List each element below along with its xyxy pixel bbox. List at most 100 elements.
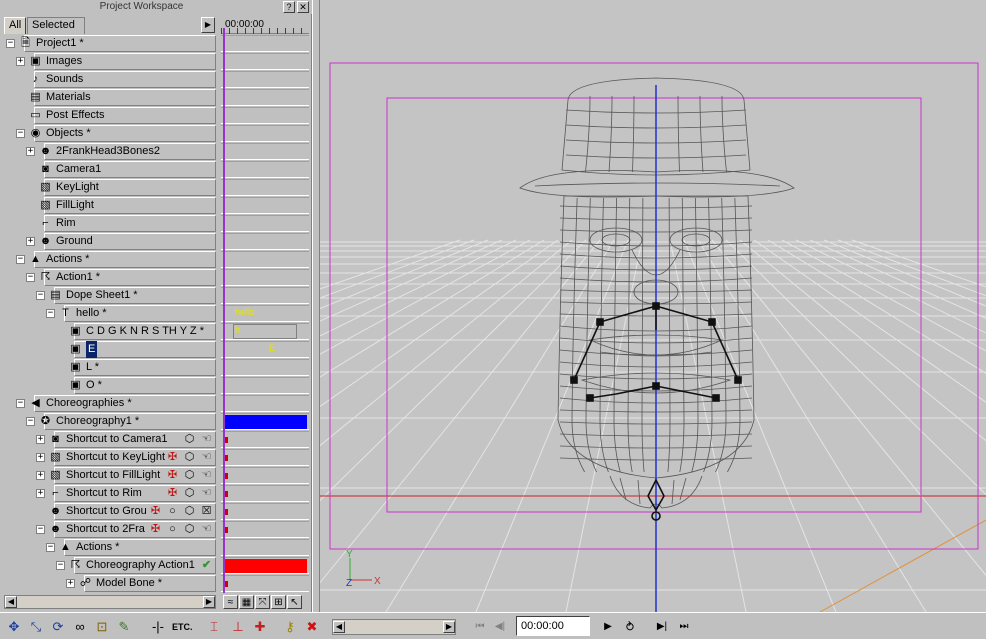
tree-item-label[interactable]: E [86, 341, 98, 358]
timeline-ruler[interactable] [221, 28, 309, 34]
timeline-row[interactable] [221, 575, 309, 592]
tree-row[interactable]: ▣ L * [0, 359, 216, 376]
tree-item-label[interactable]: 2FrankHead3Bones2 [56, 143, 160, 160]
tree-item-label[interactable]: Materials [46, 89, 91, 106]
tree-item-label[interactable]: Model Bone * [96, 575, 162, 592]
collapse-icon[interactable]: − [56, 561, 65, 570]
tree-row[interactable]: ▣ C D G K N R S TH Y Z * [0, 323, 216, 340]
tree-row[interactable]: ☻ Shortcut to Grou ✠ ○ ⬡ ☒ [0, 503, 216, 520]
timeline-row[interactable] [221, 431, 309, 448]
tree-row[interactable]: − ◀ Choreographies * [0, 395, 216, 412]
play-icon[interactable]: ▶ [598, 617, 618, 637]
hand-icon[interactable]: ☜ [199, 468, 214, 483]
scroll-right-icon[interactable]: ▶ [203, 596, 215, 608]
tree-row[interactable]: + ☍ Model Bone * [0, 575, 216, 592]
tree-item-label[interactable]: Action1 * [56, 269, 100, 286]
timeline-row[interactable] [221, 197, 309, 214]
timeline-playhead[interactable] [223, 28, 225, 593]
timeline-select-icon[interactable]: ↖ [287, 595, 302, 609]
expand-icon[interactable]: + [16, 57, 25, 66]
tree-item-label[interactable]: Objects * [46, 125, 91, 142]
close-icon[interactable]: ✕ [297, 1, 309, 13]
collapse-icon[interactable]: − [26, 273, 35, 282]
tree-item-label[interactable]: Ground [56, 233, 93, 250]
timeline-expand-icon[interactable]: ⊞ [271, 595, 286, 609]
timeline-row[interactable] [221, 89, 309, 106]
modeling-viewport[interactable]: X Y Z [320, 0, 986, 612]
collapse-icon[interactable]: − [46, 543, 55, 552]
fast-forward-icon[interactable]: ⏭ [674, 617, 694, 637]
timeline-row[interactable] [221, 233, 309, 250]
scroll-left-icon[interactable]: ◀ [5, 596, 17, 608]
collapse-icon[interactable]: − [16, 255, 25, 264]
expand-icon[interactable]: + [66, 579, 75, 588]
tree-item-label[interactable]: hello * [76, 305, 107, 322]
lock-icon[interactable]: ⊡ [92, 617, 112, 637]
tree-row[interactable]: − ◉ Objects * [0, 125, 216, 142]
link-icon[interactable]: ∞ [70, 617, 90, 637]
tree-row[interactable]: ▧ FillLight [0, 197, 216, 214]
rewind-start-icon[interactable]: ⏮ [470, 617, 490, 637]
collapse-icon[interactable]: − [6, 39, 15, 48]
tree-row[interactable]: − ☻ Shortcut to 2Fra ✠ ○ ⬡ ☜ [0, 521, 216, 538]
timeline-row[interactable] [221, 107, 309, 124]
tree-row[interactable]: ▣ E [0, 341, 216, 358]
expand-icon[interactable]: + [36, 453, 45, 462]
tree-item-label[interactable]: Choreographies * [46, 395, 132, 412]
collapse-icon[interactable]: − [16, 129, 25, 138]
bones-icon[interactable]: ✠ [148, 522, 163, 537]
tree-row[interactable]: − ▲ Actions * [0, 251, 216, 268]
tabs-scroll-right-icon[interactable]: ▶ [201, 17, 215, 33]
collapse-icon[interactable]: − [36, 525, 45, 534]
collapse-icon[interactable]: − [26, 417, 35, 426]
frame-scroll-right-icon[interactable]: ▶ [443, 621, 455, 633]
frame-scrollbar[interactable]: ◀ ▶ [332, 619, 456, 635]
tree-item-label[interactable]: Camera1 [56, 161, 101, 178]
tree-row[interactable]: ⌐ Rim [0, 215, 216, 232]
choreography-action-bar[interactable] [223, 559, 307, 573]
tree-row[interactable]: + ☻ 2FrankHead3Bones2 [0, 143, 216, 160]
tree-row[interactable]: + ☻ Ground [0, 233, 216, 250]
etc-icon[interactable]: ETC. [172, 617, 193, 637]
tree-item-label[interactable]: O * [86, 377, 102, 394]
tree-item-label[interactable]: Choreography Action1 [86, 557, 195, 574]
expand-icon[interactable]: + [36, 489, 45, 498]
tree-item-label[interactable]: Sounds [46, 71, 83, 88]
panel-splitter[interactable] [312, 0, 320, 612]
bones-icon[interactable]: ✠ [165, 486, 180, 501]
tree-row[interactable]: ▭ Post Effects [0, 107, 216, 124]
bone-add-icon[interactable]: ⊥ [228, 617, 248, 637]
delete-x-icon[interactable]: ✖ [302, 617, 322, 637]
pencil-icon[interactable]: ✎ [114, 617, 134, 637]
timeline-note[interactable]: hello [235, 307, 254, 317]
timeline-row[interactable] [221, 539, 309, 556]
tree-item-label[interactable]: Shortcut to FillLight [66, 467, 160, 484]
timeline-row[interactable] [221, 521, 309, 538]
tree-item-label[interactable]: Rim [56, 215, 76, 232]
tree-item-label[interactable]: Actions * [76, 539, 119, 556]
cube-icon[interactable]: ⬡ [182, 504, 197, 519]
tree-item-label[interactable]: KeyLight [56, 179, 99, 196]
hand-icon[interactable]: ☜ [199, 486, 214, 501]
tree-row[interactable]: + ▣ Images [0, 53, 216, 70]
tree-row[interactable]: − ▤ Dope Sheet1 * [0, 287, 216, 304]
timeline-row[interactable] [221, 125, 309, 142]
tree-item-label[interactable]: Actions * [46, 251, 89, 268]
timeline-area[interactable]: hello h E [221, 35, 309, 593]
tree-row[interactable]: + ▧ Shortcut to FillLight ✠ ⬡ ☜ [0, 467, 216, 484]
hand-icon[interactable]: ☜ [199, 522, 214, 537]
phoneme-clip[interactable] [233, 324, 297, 339]
cube-icon[interactable]: ⬡ [182, 486, 197, 501]
expand-icon[interactable]: + [36, 471, 45, 480]
timeline-row[interactable] [221, 287, 309, 304]
cube-icon[interactable]: ⬡ [182, 450, 197, 465]
timeline-row[interactable] [221, 35, 309, 52]
timeline-note[interactable]: E [269, 343, 275, 353]
check-icon[interactable]: ✔ [199, 558, 214, 573]
hand-crossed-icon[interactable]: ☒ [199, 504, 214, 519]
cube-icon[interactable]: ⬡ [182, 468, 197, 483]
current-time-field[interactable]: 00:00:00 [516, 616, 590, 636]
viewport-canvas[interactable]: X Y Z [320, 0, 986, 612]
cube-icon[interactable]: ⬡ [182, 432, 197, 447]
bones-icon[interactable]: ✠ [165, 468, 180, 483]
